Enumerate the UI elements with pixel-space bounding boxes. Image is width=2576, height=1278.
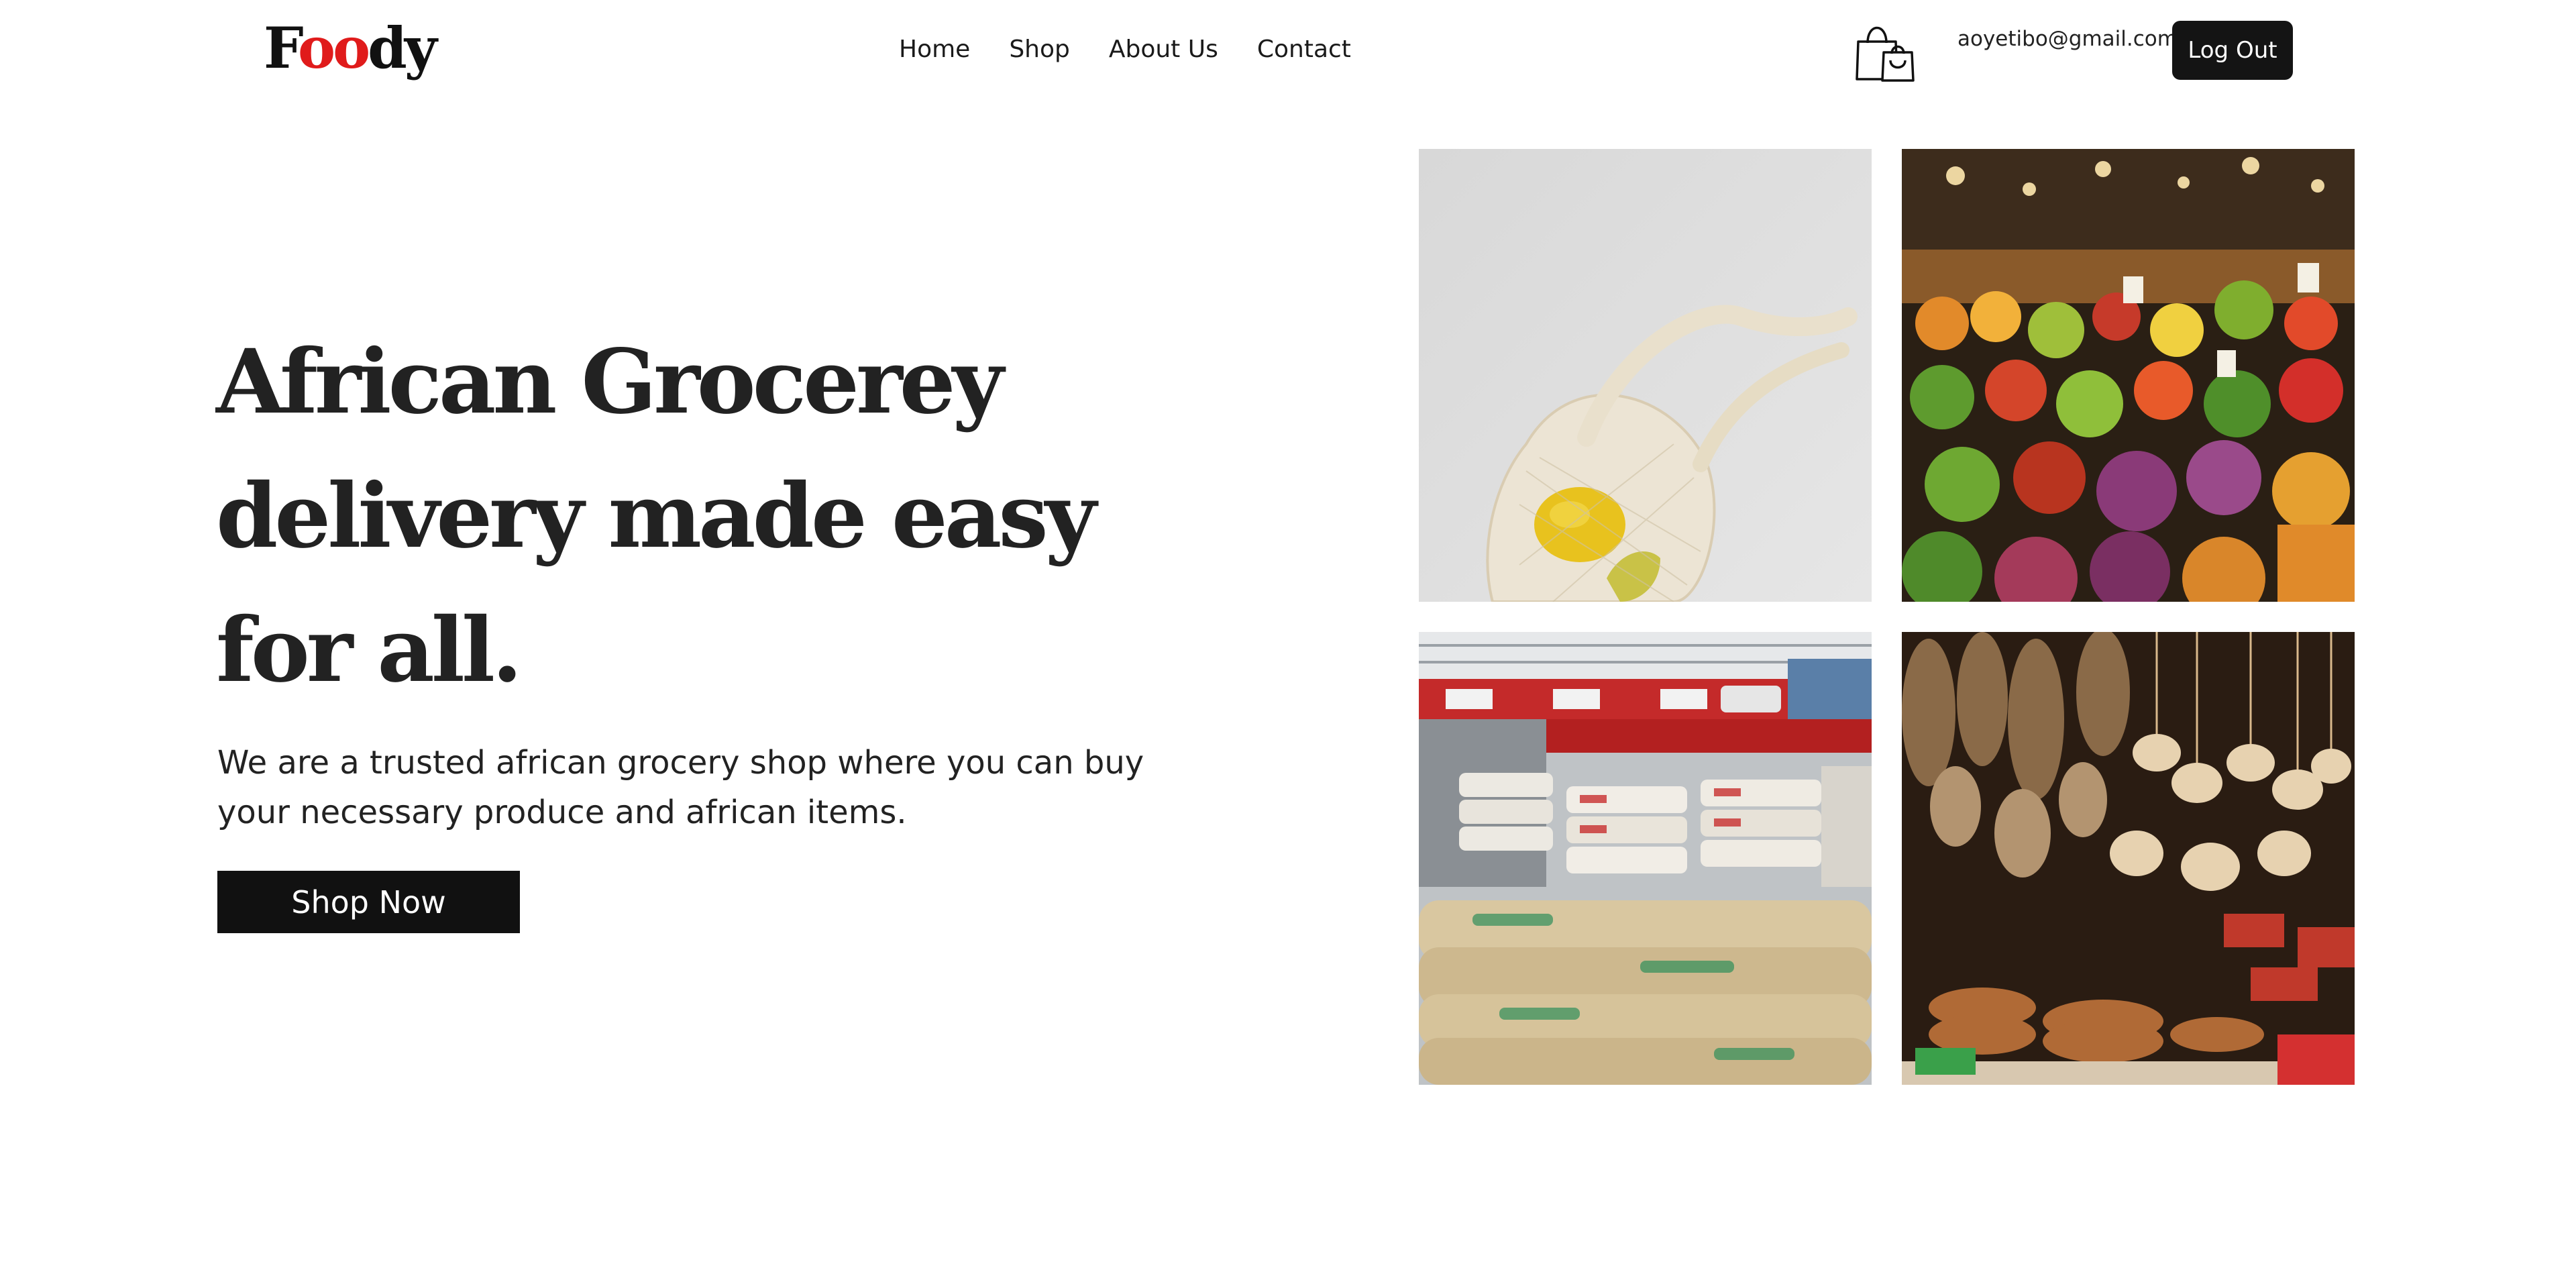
nav-link-contact[interactable]: Contact [1257,34,1351,66]
main-nav: Home Shop About Us Contact [899,34,1390,66]
shop-now-button[interactable]: Shop Now [217,871,520,933]
shopping-bag-icon[interactable] [1853,19,1917,83]
logo-letter-f: F [264,15,301,81]
logout-button[interactable]: Log Out [2172,21,2293,80]
rice-sacks-store-image [1419,632,1872,1085]
hero-title: African Grocerey delivery made easy for … [216,330,1096,702]
navbar: Foody Home Shop About Us Contact aoyetib… [0,0,2576,101]
logo-letters-oo: oo [298,15,370,81]
user-email: aoyetibo@gmail.com [1957,27,2178,51]
handicraft-market-image [1902,632,2355,1085]
hero-description: We are a trusted african grocery shop wh… [217,744,1144,831]
nav-link-home[interactable]: Home [899,34,970,66]
logo-letters-dy: dy [368,15,437,81]
nav-link-about-us[interactable]: About Us [1109,34,1218,66]
mesh-bag-lemon-image [1419,149,1872,602]
brand-logo[interactable]: Foody [264,20,437,76]
nav-link-shop[interactable]: Shop [1009,34,1070,66]
produce-market-image [1902,149,2355,602]
